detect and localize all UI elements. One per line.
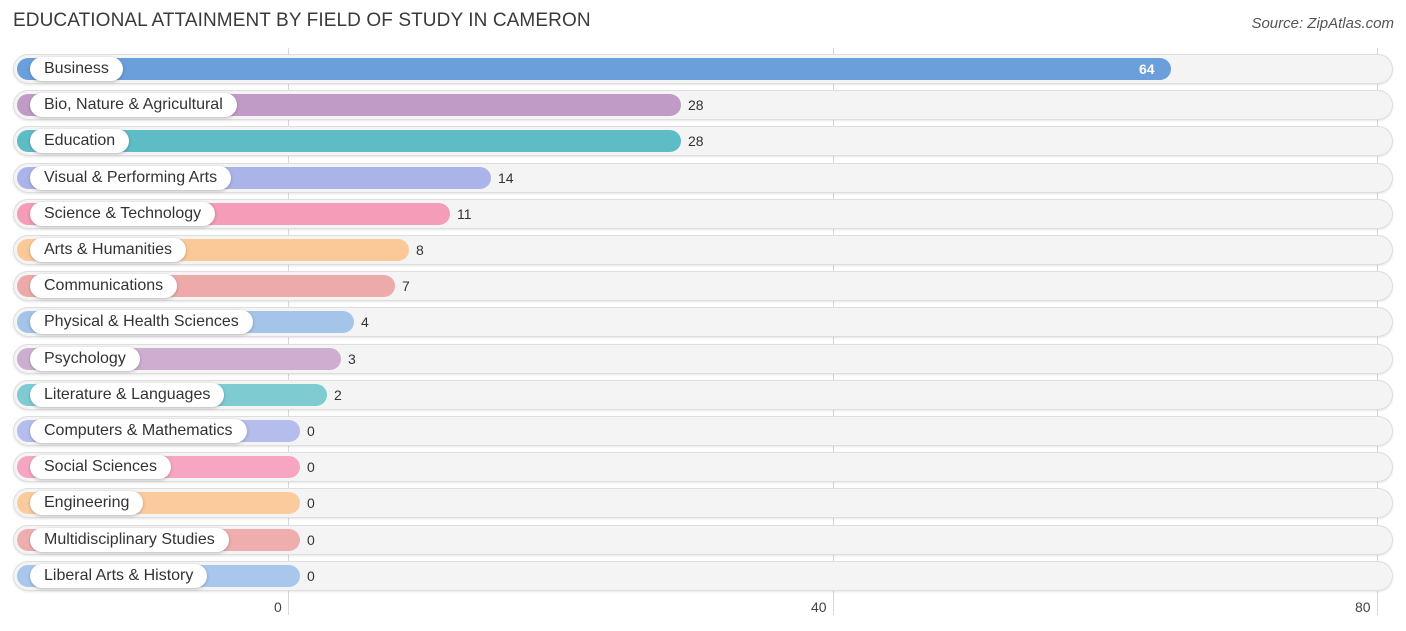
category-label: Business [30,57,123,81]
x-tick-label: 40 [811,599,827,615]
category-label: Multidisciplinary Studies [30,528,229,552]
category-label: Computers & Mathematics [30,419,247,443]
x-tick-label: 0 [274,599,282,615]
category-label: Physical & Health Sciences [30,310,253,334]
value-label: 0 [307,423,315,439]
value-label: 0 [307,495,315,511]
category-label: Social Sciences [30,455,171,479]
category-label: Liberal Arts & History [30,564,208,588]
value-label: 8 [416,242,424,258]
category-label: Arts & Humanities [30,238,187,262]
value-label: 2 [334,387,342,403]
category-label: Communications [30,274,178,298]
category-label: Bio, Nature & Agricultural [30,93,237,117]
value-label: 28 [688,97,704,113]
category-label: Psychology [30,347,140,371]
bar[interactable] [17,58,1171,80]
category-label: Engineering [30,491,144,515]
value-label: 11 [457,206,472,222]
x-tick-label: 80 [1355,599,1371,615]
category-label: Education [30,129,130,153]
category-label: Visual & Performing Arts [30,166,232,190]
value-label: 64 [1139,61,1155,77]
value-label: 28 [688,133,704,149]
value-label: 4 [361,314,369,330]
value-label: 14 [498,170,514,186]
category-label: Science & Technology [30,202,216,226]
value-label: 3 [348,351,356,367]
value-label: 0 [307,568,315,584]
bar-chart: 0 40 80 Business 64 Bio, Nature & Agricultura… [0,0,1406,631]
value-label: 7 [402,278,410,294]
value-label: 0 [307,532,315,548]
category-label: Literature & Languages [30,383,225,407]
value-label: 0 [307,459,315,475]
